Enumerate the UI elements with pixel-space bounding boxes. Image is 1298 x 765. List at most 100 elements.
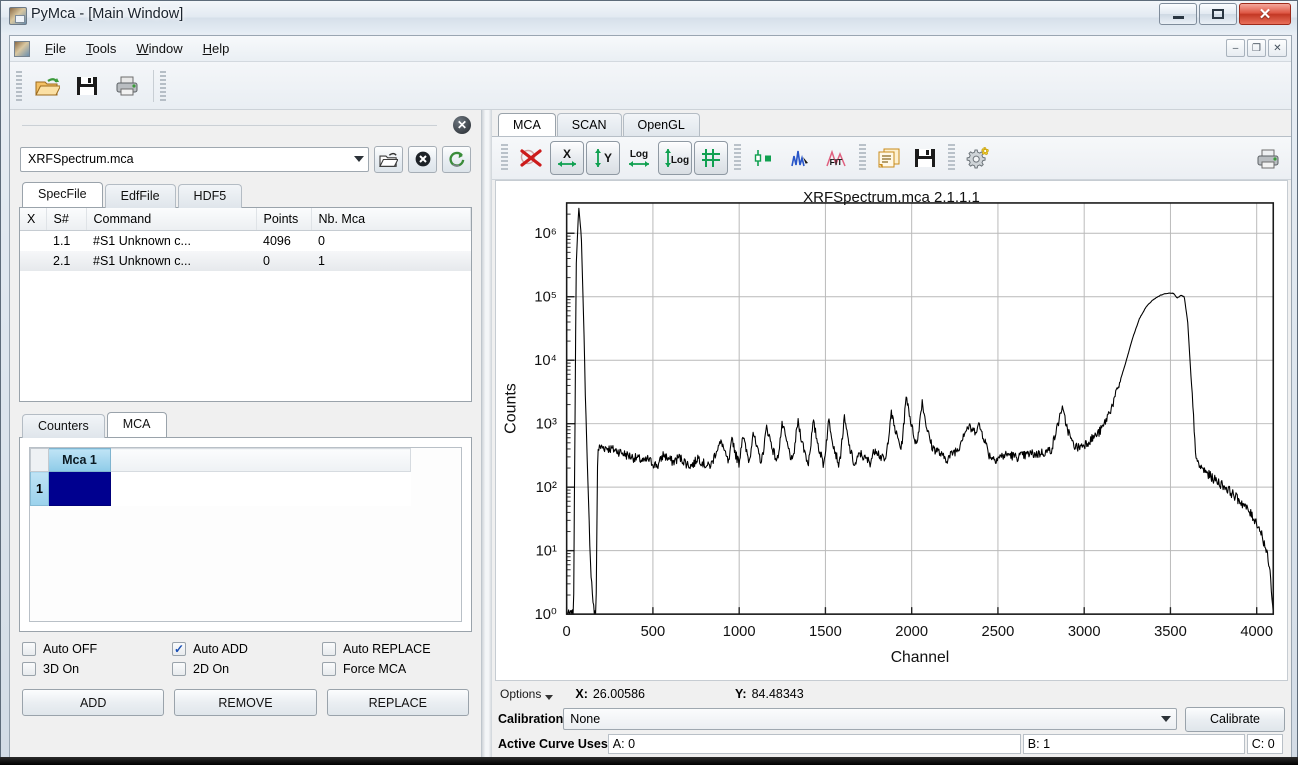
tab-opengl-plot[interactable]: OpenGL	[623, 113, 700, 136]
child-close-button[interactable]: ✕	[1268, 39, 1287, 57]
svg-text:Counts: Counts	[503, 383, 520, 434]
coefficient-a-field[interactable]: A: 0	[608, 734, 1021, 754]
mca-column-header[interactable]: Mca 1	[49, 449, 111, 472]
x-autoscale-icon[interactable]: X	[550, 141, 584, 175]
print-icon[interactable]	[107, 67, 147, 105]
refresh-source-icon[interactable]	[442, 146, 471, 173]
plot-settings-icon[interactable]	[961, 141, 995, 175]
y-coord-label: Y:	[735, 687, 747, 701]
file-combo[interactable]: XRFSpectrum.mca	[20, 147, 369, 172]
tab-edffile[interactable]: EdfFile	[105, 184, 176, 208]
cell-scan: 1.1	[46, 231, 86, 252]
col-header-points[interactable]: Points	[256, 208, 311, 231]
save-file-icon[interactable]	[67, 67, 107, 105]
checkbox-3d-on[interactable]: 3D On	[22, 662, 172, 676]
menu-tools[interactable]: Tools	[77, 38, 125, 59]
cell-x	[20, 231, 46, 252]
tab-hdf5[interactable]: HDF5	[178, 184, 243, 208]
calibrate-button[interactable]: Calibrate	[1185, 707, 1285, 732]
options-caret-icon[interactable]	[545, 695, 553, 700]
grid-icon[interactable]	[694, 141, 728, 175]
add-button[interactable]: ADD	[22, 689, 164, 716]
svg-text:Y: Y	[604, 151, 612, 165]
minimize-button[interactable]	[1159, 3, 1197, 25]
col-header-nbmca[interactable]: Nb. Mca	[311, 208, 471, 231]
toolbar-separator	[153, 70, 154, 102]
tab-mca[interactable]: MCA	[107, 412, 167, 437]
coefficient-c-field[interactable]: C: 0	[1247, 734, 1283, 754]
svg-text:X: X	[563, 147, 571, 161]
col-header-command[interactable]: Command	[86, 208, 256, 231]
toolbar-grip-2[interactable]	[160, 71, 166, 101]
table-row[interactable]: 1.1 #S1 Unknown c... 4096 0	[20, 231, 471, 252]
calibration-bar: Calibration None Calibrate	[492, 706, 1291, 732]
svg-text:500: 500	[641, 624, 666, 640]
child-minimize-button[interactable]: –	[1226, 39, 1245, 57]
col-header-scan[interactable]: S#	[46, 208, 86, 231]
col-header-x[interactable]: X	[20, 208, 46, 231]
tab-mca-plot[interactable]: MCA	[498, 113, 556, 136]
spectrum-plot[interactable]: XRFSpectrum.mca 2.1.1.1 10⁰10¹10²10³10⁴1…	[495, 180, 1288, 681]
maximize-button[interactable]	[1199, 3, 1237, 25]
svg-text:1000: 1000	[723, 624, 756, 640]
svg-text:10⁵: 10⁵	[534, 290, 556, 306]
plot-title: XRFSpectrum.mca 2.1.1.1	[496, 189, 1287, 206]
tab-counters[interactable]: Counters	[22, 414, 105, 438]
menu-help[interactable]: Help	[194, 38, 239, 59]
print-plot-icon[interactable]	[1251, 142, 1285, 176]
checkbox-label: 3D On	[43, 662, 79, 676]
toolbar-grip[interactable]	[16, 71, 22, 101]
checkbox-box	[322, 662, 336, 676]
menu-window[interactable]: Window	[127, 38, 191, 59]
close-source-panel-icon[interactable]: ✕	[453, 116, 471, 134]
header-divider	[22, 124, 437, 126]
scan-table[interactable]: X S# Command Points Nb. Mca	[19, 207, 472, 402]
coefficient-b-field[interactable]: B: 1	[1023, 734, 1245, 754]
log-y-icon[interactable]: Log	[658, 141, 692, 175]
data-type-tabs: Counters MCA	[10, 411, 481, 437]
mca-table[interactable]: Mca 1 1	[29, 447, 462, 622]
mca-blank-header	[111, 449, 411, 472]
open-file-icon[interactable]	[27, 67, 67, 105]
checkbox-label: Auto REPLACE	[343, 642, 431, 656]
save-plot-icon[interactable]	[908, 141, 942, 175]
panel-splitter[interactable]	[482, 110, 492, 757]
mca-selected-cell[interactable]	[49, 472, 111, 506]
background-window-title	[521, 6, 851, 24]
y-autoscale-icon[interactable]: Y	[586, 141, 620, 175]
checkbox-label: Auto OFF	[43, 642, 97, 656]
peak-search-icon[interactable]	[783, 141, 817, 175]
x-coord-label: X:	[575, 687, 588, 701]
markers-icon[interactable]	[747, 141, 781, 175]
plot-canvas[interactable]: 10⁰10¹10²10³10⁴10⁵10⁶0500100015002000250…	[496, 181, 1287, 680]
mca-row-header[interactable]: 1	[31, 472, 49, 506]
mca-data-row: 1	[31, 472, 411, 506]
replace-button[interactable]: REPLACE	[327, 689, 469, 716]
clear-curves-icon[interactable]	[514, 141, 548, 175]
table-row[interactable]: 2.1 #S1 Unknown c... 0 1	[20, 251, 471, 271]
close-button[interactable]: ✕	[1239, 3, 1291, 25]
tab-specfile[interactable]: SpecFile	[22, 182, 103, 207]
close-source-icon[interactable]	[408, 146, 437, 173]
remove-button[interactable]: REMOVE	[174, 689, 316, 716]
tab-scan-plot[interactable]: SCAN	[557, 113, 622, 136]
log-x-icon[interactable]: Log	[622, 141, 656, 175]
open-source-icon[interactable]	[374, 146, 403, 173]
checkbox-auto-replace[interactable]: Auto REPLACE	[322, 642, 469, 656]
checkbox-auto-off[interactable]: Auto OFF	[22, 642, 172, 656]
title-bar: PyMca - [Main Window] ✕	[1, 1, 1297, 34]
options-button[interactable]: Options	[500, 687, 541, 701]
calibration-combo[interactable]: None	[563, 708, 1177, 730]
menu-file[interactable]: File	[36, 38, 75, 59]
cell-nbmca: 0	[311, 231, 471, 252]
plot-toolbar-grip[interactable]	[501, 144, 508, 172]
svg-text:10⁰: 10⁰	[535, 607, 557, 623]
checkbox-2d-on[interactable]: 2D On	[172, 662, 322, 676]
menu-window-label: indow	[149, 41, 183, 56]
fit-icon[interactable]: FIT	[819, 141, 853, 175]
checkbox-box	[172, 642, 186, 656]
copy-to-clipboard-icon[interactable]	[872, 141, 906, 175]
child-restore-button[interactable]: ❐	[1247, 39, 1266, 57]
checkbox-auto-add[interactable]: Auto ADD	[172, 642, 322, 656]
checkbox-force-mca[interactable]: Force MCA	[322, 662, 469, 676]
